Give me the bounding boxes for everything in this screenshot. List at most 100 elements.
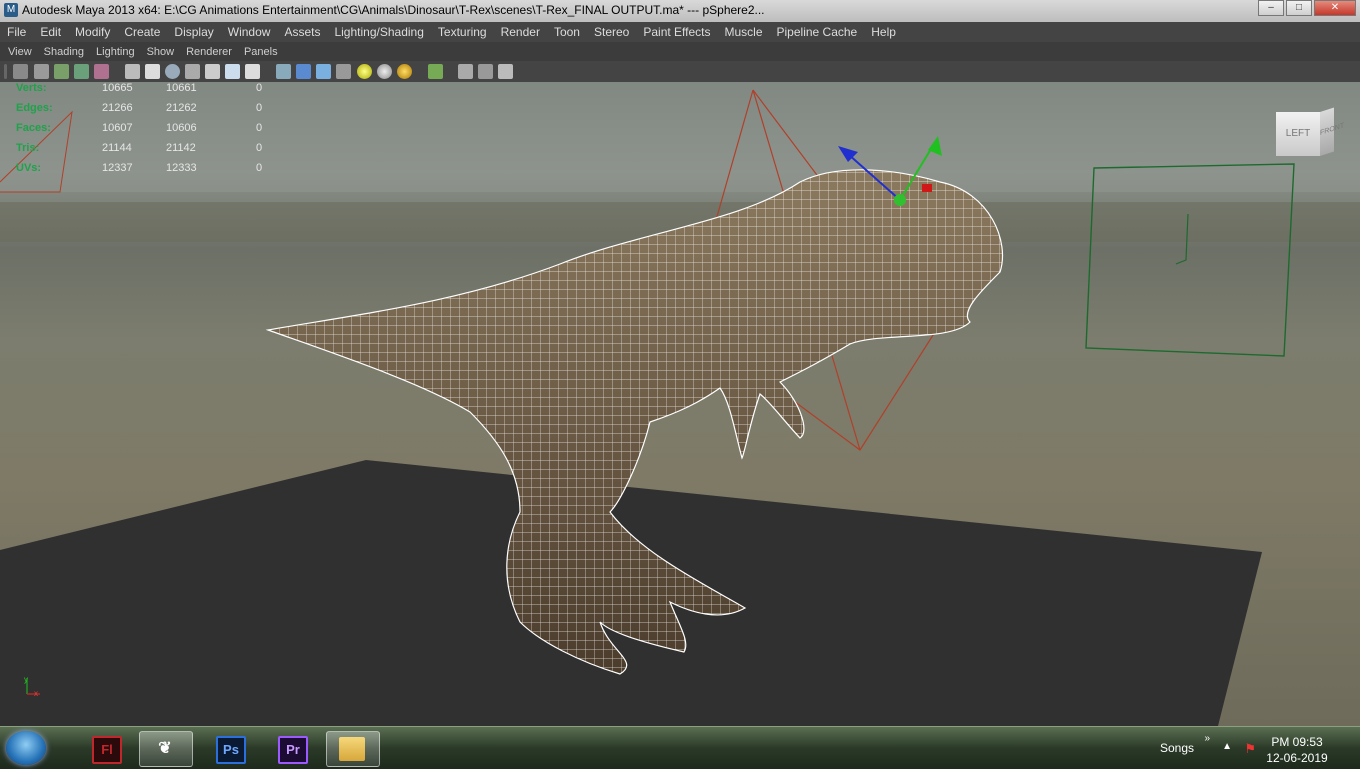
- isolate-icon[interactable]: [276, 64, 291, 79]
- maximize-button[interactable]: □: [1286, 0, 1312, 16]
- image-plane-icon[interactable]: [74, 64, 89, 79]
- select-tool-icon[interactable]: [428, 64, 443, 79]
- start-button[interactable]: [6, 731, 46, 765]
- window-controls: – □ ✕: [1258, 0, 1356, 16]
- bounding-box-icon[interactable]: [185, 64, 200, 79]
- use-all-lights-icon[interactable]: [225, 64, 240, 79]
- xray-icon[interactable]: [296, 64, 311, 79]
- hud-row-verts: Verts: 10665 10661 0: [16, 82, 276, 102]
- shadows-icon[interactable]: [245, 64, 260, 79]
- premiere-icon: Pr: [278, 736, 308, 764]
- maya-icon: ❦: [158, 740, 172, 757]
- menu-edit[interactable]: Edit: [33, 25, 68, 39]
- menu-render[interactable]: Render: [494, 25, 547, 39]
- windows-taskbar: Fl ❦ Ps Pr Songs » ▲ ⚑ PM 09:53 12-06-20…: [0, 726, 1360, 769]
- panel-toolbar: [0, 61, 1360, 83]
- menu-lighting-shading[interactable]: Lighting/Shading: [327, 25, 430, 39]
- hud-value: 10606: [166, 122, 197, 134]
- view-cube[interactable]: LEFT FRONT: [1276, 107, 1344, 162]
- grease-pencil-icon[interactable]: [94, 64, 109, 79]
- clock-time: PM 09:53: [1271, 735, 1323, 749]
- gold-sphere-icon[interactable]: [397, 64, 412, 79]
- clock[interactable]: PM 09:53 12-06-2019: [1262, 734, 1332, 766]
- menu-create[interactable]: Create: [117, 25, 167, 39]
- flash-icon: Fl: [92, 736, 122, 764]
- hud-row-faces: Faces: 10607 10606 0: [16, 122, 276, 142]
- hud-label: Tris:: [16, 142, 40, 154]
- menu-toon[interactable]: Toon: [547, 25, 587, 39]
- camera-frame[interactable]: [1085, 163, 1295, 357]
- default-light-icon[interactable]: [336, 64, 351, 79]
- toolbar-chevron-icon[interactable]: »: [1204, 733, 1210, 744]
- taskbar-app-flash[interactable]: Fl: [80, 731, 132, 765]
- hud-value: 21142: [166, 142, 196, 154]
- action-center-flag-icon[interactable]: ⚑: [1244, 741, 1256, 757]
- hud-label: Edges:: [16, 102, 53, 114]
- camera-attributes-icon[interactable]: [34, 64, 49, 79]
- taskbar-app-photoshop[interactable]: Ps: [204, 731, 256, 765]
- minimize-button[interactable]: –: [1258, 0, 1284, 16]
- smooth-shade-icon[interactable]: [145, 64, 160, 79]
- wireframe-icon[interactable]: [125, 64, 140, 79]
- window-title: Autodesk Maya 2013 x64: E:\CG Animations…: [22, 3, 765, 17]
- panel-menu-renderer[interactable]: Renderer: [180, 46, 238, 58]
- menu-muscle[interactable]: Muscle: [718, 25, 770, 39]
- panel-menu-lighting[interactable]: Lighting: [90, 46, 141, 58]
- maya-app-icon: M: [4, 3, 18, 17]
- texture-icon[interactable]: [316, 64, 331, 79]
- cube-icon[interactable]: [458, 64, 473, 79]
- hierarchy-icon[interactable]: [498, 64, 513, 79]
- menu-window[interactable]: Window: [221, 25, 278, 39]
- taskbar-app-maya[interactable]: ❦: [139, 731, 193, 767]
- textured-icon[interactable]: [205, 64, 220, 79]
- menu-stereo[interactable]: Stereo: [587, 25, 636, 39]
- photoshop-icon: Ps: [216, 736, 246, 764]
- view-cube-front-face[interactable]: FRONT: [1320, 107, 1344, 156]
- menu-pipeline-cache[interactable]: Pipeline Cache: [770, 25, 865, 39]
- folder-icon: [339, 737, 365, 761]
- toolbar-grip: [4, 64, 7, 79]
- panel-menu-panels[interactable]: Panels: [238, 46, 284, 58]
- panel-menu-show[interactable]: Show: [141, 46, 181, 58]
- hud-value: 0: [256, 142, 263, 154]
- sphere-light-icon[interactable]: [357, 64, 372, 79]
- menu-paint-effects[interactable]: Paint Effects: [636, 25, 717, 39]
- hud-value: 12333: [166, 162, 197, 174]
- hud-label: Faces:: [16, 122, 51, 134]
- menu-help[interactable]: Help: [864, 25, 903, 39]
- songs-toolbar[interactable]: Songs: [1160, 741, 1194, 755]
- hud-value: 12337: [102, 162, 133, 174]
- hud-value: 10665: [102, 82, 133, 94]
- bookmark-icon[interactable]: [54, 64, 69, 79]
- taskbar-app-explorer[interactable]: [326, 731, 380, 767]
- poly-count-hud: Verts: 10665 10661 0 Edges: 21266 21262 …: [16, 82, 276, 182]
- select-camera-icon[interactable]: [13, 64, 28, 79]
- panel-menu-shading[interactable]: Shading: [38, 46, 90, 58]
- axis-x-label: x: [34, 689, 38, 698]
- frame-icon[interactable]: [478, 64, 493, 79]
- axis-y-label: y: [24, 675, 28, 684]
- flat-shade-icon[interactable]: [165, 64, 180, 79]
- show-hidden-icons-icon[interactable]: ▲: [1222, 741, 1232, 752]
- hud-value: 21266: [102, 102, 133, 114]
- hud-row-uvs: UVs: 12337 12333 0: [16, 162, 276, 182]
- perspective-viewport[interactable]: y x Verts: 10665 10661 0 Edges: 21266 21…: [0, 82, 1360, 726]
- menu-display[interactable]: Display: [167, 25, 220, 39]
- hud-value: 0: [256, 102, 263, 114]
- menu-assets[interactable]: Assets: [277, 25, 327, 39]
- view-cube-left-face[interactable]: LEFT: [1276, 112, 1320, 156]
- taskbar-app-premiere[interactable]: Pr: [266, 731, 318, 765]
- hud-value: 10607: [102, 122, 133, 134]
- hud-value: 21262: [166, 102, 197, 114]
- close-button[interactable]: ✕: [1314, 0, 1356, 16]
- gray-sphere-icon[interactable]: [377, 64, 392, 79]
- main-menubar: File Edit Modify Create Display Window A…: [0, 22, 1360, 42]
- hud-value: 10661: [166, 82, 197, 94]
- menu-modify[interactable]: Modify: [68, 25, 117, 39]
- menu-file[interactable]: File: [0, 25, 33, 39]
- panel-menu-view[interactable]: View: [2, 46, 38, 58]
- hud-label: UVs:: [16, 162, 42, 174]
- panel-menubar: View Shading Lighting Show Renderer Pane…: [0, 42, 1360, 61]
- hud-row-edges: Edges: 21266 21262 0: [16, 102, 276, 122]
- menu-texturing[interactable]: Texturing: [431, 25, 494, 39]
